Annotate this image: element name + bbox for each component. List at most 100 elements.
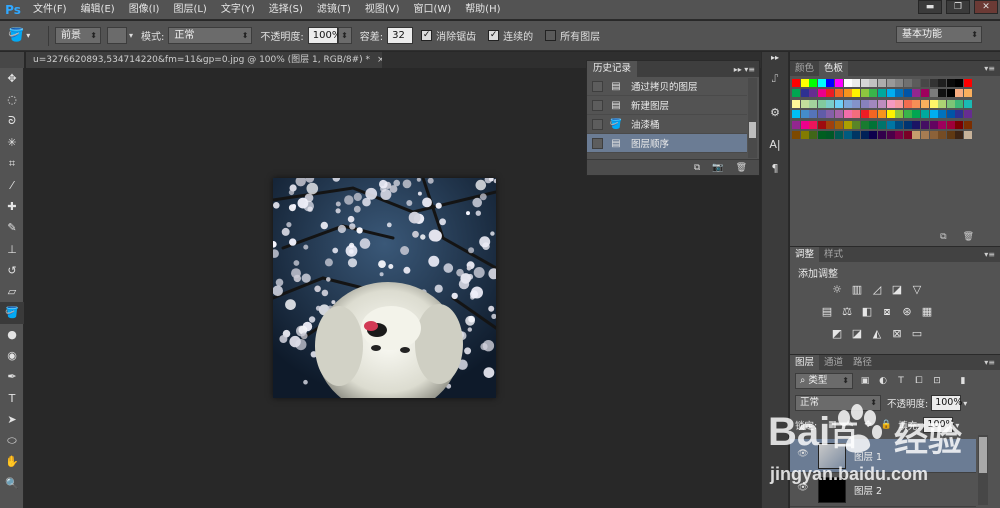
layer-row-active[interactable]: 👁 图层 1 bbox=[790, 439, 976, 473]
color-swatch[interactable] bbox=[895, 110, 904, 119]
new-document-from-state-icon[interactable]: ⧉ bbox=[694, 163, 700, 173]
color-swatch[interactable] bbox=[921, 120, 929, 129]
layer-opacity-input[interactable]: 100% bbox=[931, 395, 962, 411]
levels-icon[interactable]: ▥ bbox=[850, 283, 864, 297]
document-image[interactable] bbox=[273, 178, 496, 398]
color-swatch[interactable] bbox=[809, 110, 818, 119]
color-swatch[interactable] bbox=[946, 120, 955, 129]
color-swatch[interactable] bbox=[800, 99, 809, 108]
color-swatch[interactable] bbox=[878, 89, 886, 98]
color-swatch[interactable] bbox=[843, 120, 852, 129]
menu-filter[interactable]: 滤镜(T) bbox=[310, 0, 358, 20]
menu-image[interactable]: 图像(I) bbox=[122, 0, 167, 20]
character-panel-icon[interactable]: A| bbox=[762, 132, 788, 156]
color-swatch[interactable] bbox=[955, 110, 964, 119]
hue-saturation-icon[interactable]: ▤ bbox=[820, 305, 834, 319]
antialias-checkbox[interactable]: ✓ bbox=[421, 30, 433, 41]
selective-color-icon[interactable]: ⊠ bbox=[890, 327, 904, 341]
history-brush-tool-icon[interactable]: ↺ bbox=[0, 260, 24, 281]
color-swatch[interactable] bbox=[826, 110, 835, 119]
color-swatch[interactable] bbox=[878, 99, 886, 108]
restore-button[interactable]: ❐ bbox=[946, 0, 970, 14]
color-swatch[interactable] bbox=[912, 120, 921, 129]
color-swatch[interactable] bbox=[964, 89, 972, 98]
color-swatch[interactable] bbox=[869, 99, 878, 108]
color-swatch[interactable] bbox=[903, 99, 912, 108]
color-swatch[interactable] bbox=[800, 89, 809, 98]
color-swatch[interactable] bbox=[955, 89, 964, 98]
color-swatch[interactable] bbox=[929, 131, 938, 139]
color-swatch[interactable] bbox=[878, 79, 886, 87]
color-swatch[interactable] bbox=[852, 110, 861, 119]
color-lookup-icon[interactable]: ▦ bbox=[920, 305, 934, 319]
color-swatch[interactable] bbox=[938, 99, 947, 108]
color-swatch[interactable] bbox=[946, 99, 955, 108]
layer-name[interactable]: 图层 2 bbox=[854, 483, 882, 497]
minimize-button[interactable]: ▬ bbox=[918, 0, 942, 14]
color-swatch[interactable] bbox=[860, 89, 869, 98]
color-swatch[interactable] bbox=[852, 79, 861, 87]
vibrance-icon[interactable]: ▽ bbox=[910, 283, 924, 297]
color-swatch[interactable] bbox=[929, 99, 938, 108]
color-swatch[interactable] bbox=[946, 89, 955, 98]
color-swatch[interactable] bbox=[912, 99, 921, 108]
pen-tool-icon[interactable]: ✒ bbox=[0, 366, 24, 387]
trash-icon[interactable]: 🗑 bbox=[963, 232, 974, 246]
color-swatch[interactable] bbox=[929, 120, 938, 129]
color-swatch[interactable] bbox=[903, 110, 912, 119]
color-swatch[interactable] bbox=[835, 99, 843, 108]
filter-type-icon[interactable]: T bbox=[895, 375, 907, 387]
color-swatch[interactable] bbox=[903, 89, 912, 98]
opacity-input[interactable]: 100% bbox=[307, 27, 341, 44]
color-swatch[interactable] bbox=[946, 131, 955, 139]
paragraph-panel-icon[interactable]: ¶ bbox=[762, 156, 788, 180]
color-swatch[interactable] bbox=[964, 99, 972, 108]
color-swatch[interactable] bbox=[929, 110, 938, 119]
menu-select[interactable]: 选择(S) bbox=[262, 0, 310, 20]
invert-icon[interactable]: ◩ bbox=[830, 327, 844, 341]
color-swatch[interactable] bbox=[964, 131, 972, 139]
filter-shape-icon[interactable]: ⧠ bbox=[913, 375, 925, 387]
color-swatch[interactable] bbox=[921, 131, 929, 139]
color-swatch[interactable] bbox=[903, 131, 912, 139]
photo-filter-icon[interactable]: ⧇ bbox=[880, 305, 894, 319]
color-swatch[interactable] bbox=[938, 131, 947, 139]
eraser-tool-icon[interactable]: ▱ bbox=[0, 281, 24, 302]
color-swatch[interactable] bbox=[938, 89, 947, 98]
color-swatch[interactable] bbox=[912, 131, 921, 139]
color-swatch[interactable] bbox=[869, 131, 878, 139]
posterize-icon[interactable]: ◪ bbox=[850, 327, 864, 341]
eye-icon[interactable]: 👁 bbox=[796, 449, 810, 463]
layer-filter-kind-select[interactable]: ⌕ 类型 bbox=[795, 373, 853, 389]
tab-color[interactable]: 颜色 bbox=[790, 61, 819, 76]
filter-toggle-icon[interactable]: ▮ bbox=[957, 375, 969, 387]
color-swatch[interactable] bbox=[903, 120, 912, 129]
tab-styles[interactable]: 样式 bbox=[819, 247, 848, 262]
properties-panel-icon[interactable]: ⚙ bbox=[762, 100, 788, 124]
tab-adjustments[interactable]: 调整 bbox=[790, 247, 820, 262]
color-swatch[interactable] bbox=[826, 99, 835, 108]
tab-channels[interactable]: 通道 bbox=[819, 355, 848, 370]
contiguous-checkbox[interactable]: ✓ bbox=[488, 30, 500, 41]
color-swatch[interactable] bbox=[938, 110, 947, 119]
path-selection-tool-icon[interactable]: ➤ bbox=[0, 409, 24, 430]
layer-fill-input[interactable]: 100% bbox=[923, 417, 955, 433]
color-swatch[interactable] bbox=[809, 120, 818, 129]
color-swatch[interactable] bbox=[835, 131, 843, 139]
color-swatch[interactable] bbox=[938, 120, 947, 129]
color-swatch[interactable] bbox=[809, 99, 818, 108]
color-swatch[interactable] bbox=[955, 131, 964, 139]
color-swatch[interactable] bbox=[852, 99, 861, 108]
history-item-active[interactable]: ▤ 图层顺序 bbox=[587, 134, 747, 153]
color-swatch[interactable] bbox=[792, 79, 800, 87]
color-swatch[interactable] bbox=[817, 89, 826, 98]
history-scrollbar[interactable] bbox=[748, 78, 757, 158]
lock-position-icon[interactable]: ✥ bbox=[862, 419, 874, 431]
color-swatch[interactable] bbox=[835, 79, 843, 87]
color-swatch[interactable] bbox=[878, 131, 886, 139]
chevron-down-icon[interactable]: ▾ bbox=[963, 399, 967, 408]
color-swatch[interactable] bbox=[792, 131, 800, 139]
color-swatch[interactable] bbox=[817, 131, 826, 139]
color-swatch[interactable] bbox=[835, 120, 843, 129]
color-swatch[interactable] bbox=[895, 120, 904, 129]
